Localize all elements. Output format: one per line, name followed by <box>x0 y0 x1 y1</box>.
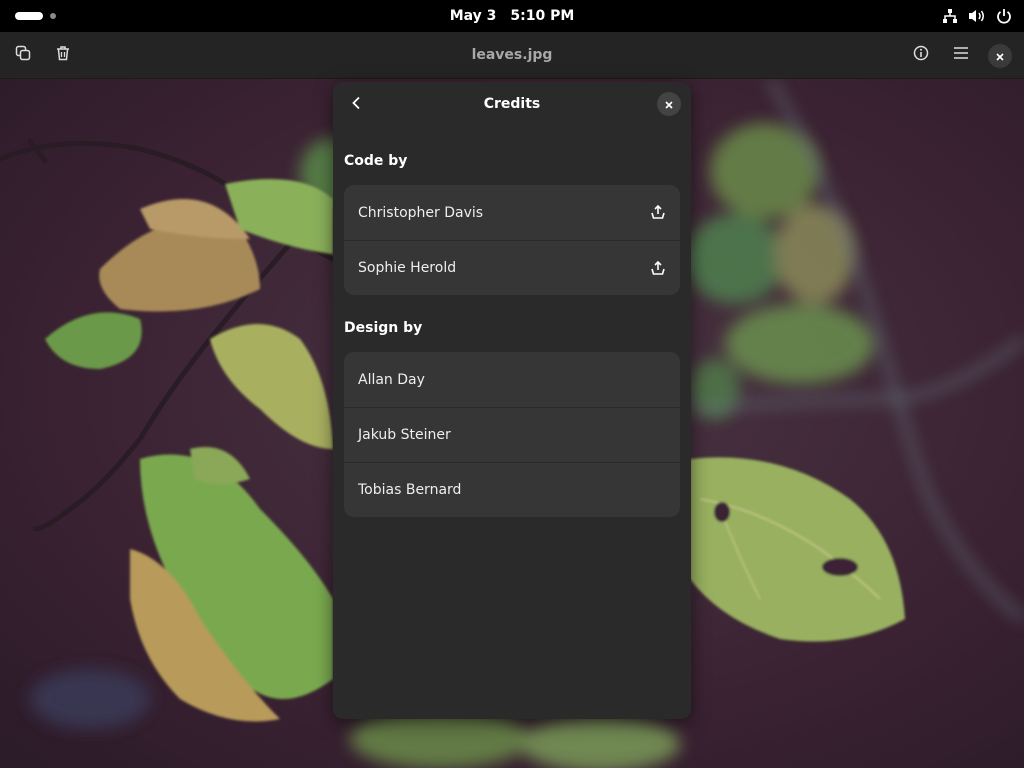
clock-date[interactable]: May 3 <box>450 8 497 24</box>
volume-icon[interactable] <box>968 8 986 24</box>
code-credits-list: Christopher Davis Sophie Herold <box>344 185 680 295</box>
dialog-close-button[interactable] <box>657 92 681 116</box>
credits-dialog: Credits Code by Christopher Davis Sophie… <box>333 82 691 719</box>
credit-name: Christopher Davis <box>358 204 484 221</box>
credit-name: Jakub Steiner <box>358 427 451 443</box>
trash-icon <box>55 45 71 65</box>
back-icon <box>351 95 363 114</box>
credit-row-tobias-bernard: Tobias Bernard <box>344 462 680 517</box>
delete-button[interactable] <box>47 39 79 71</box>
copy-icon <box>15 45 31 65</box>
network-icon[interactable] <box>942 8 958 24</box>
external-link-icon <box>648 258 668 278</box>
main-menu-button[interactable] <box>945 39 977 71</box>
back-button[interactable] <box>343 90 371 118</box>
credit-row-allan-day: Allan Day <box>344 352 680 407</box>
menu-icon <box>953 45 969 65</box>
close-icon <box>995 47 1005 66</box>
credit-name: Allan Day <box>358 371 425 388</box>
credit-row-sophie-herold[interactable]: Sophie Herold <box>344 240 680 295</box>
copy-button[interactable] <box>7 39 39 71</box>
system-tray[interactable] <box>942 6 1012 26</box>
credit-name: Sophie Herold <box>358 260 457 276</box>
activities-pill[interactable] <box>15 12 43 20</box>
info-icon <box>913 45 929 65</box>
clock: May 3 5:10 PM <box>0 0 1024 32</box>
workspace-dot[interactable] <box>50 13 56 19</box>
dialog-title: Credits <box>483 96 541 112</box>
properties-button[interactable] <box>905 39 937 71</box>
credit-row-christopher-davis[interactable]: Christopher Davis <box>344 185 680 240</box>
top-bar: May 3 5:10 PM <box>0 0 1024 32</box>
design-by-heading: Design by <box>344 320 423 336</box>
credit-name: Tobias Bernard <box>358 482 462 498</box>
code-by-heading: Code by <box>344 153 408 169</box>
app-header-bar: leaves.jpg <box>0 32 1024 79</box>
window-title: leaves.jpg <box>471 47 553 63</box>
design-credits-list: Allan Day Jakub Steiner Tobias Bernard <box>344 352 680 517</box>
close-icon <box>664 95 674 114</box>
clock-time[interactable]: 5:10 PM <box>510 8 574 24</box>
external-link-icon <box>648 202 668 222</box>
window-close-button[interactable] <box>988 44 1012 68</box>
power-icon[interactable] <box>996 8 1012 24</box>
credit-row-jakub-steiner: Jakub Steiner <box>344 407 680 462</box>
